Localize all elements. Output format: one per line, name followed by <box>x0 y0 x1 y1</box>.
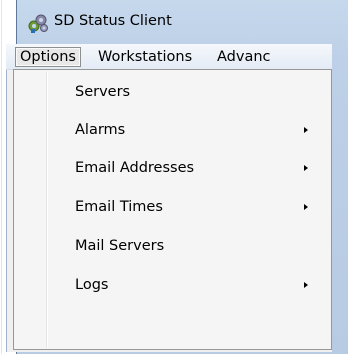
strip-edge <box>1 0 2 354</box>
menu-item-label: Mail Servers <box>75 238 165 254</box>
menu-item-mail-servers[interactable]: Mail Servers <box>16 227 329 265</box>
submenu-arrow-icon <box>304 282 308 288</box>
menu-item-label: Email Times <box>75 199 163 215</box>
menu-options[interactable]: Options <box>15 47 81 67</box>
menu-item-email-addresses[interactable]: Email Addresses <box>16 149 329 187</box>
menu-workstations[interactable]: Workstations <box>94 47 196 67</box>
menu-item-alarms[interactable]: Alarms <box>16 111 329 149</box>
menu-item-logs[interactable]: Logs <box>16 266 329 304</box>
window-title: SD Status Client <box>54 13 172 29</box>
submenu-arrow-icon <box>304 204 308 210</box>
menu-item-label: Email Addresses <box>75 160 195 176</box>
menu-item-email-times[interactable]: Email Times <box>16 188 329 226</box>
menu-bar: Options Workstations Advanc <box>6 44 332 70</box>
title-bar[interactable]: SD Status Client <box>17 0 348 44</box>
menu-item-label: Alarms <box>75 122 126 138</box>
menu-advanced[interactable]: Advanc <box>213 47 275 67</box>
options-dropdown: Servers Alarms Email Addresses Email Tim… <box>13 69 332 350</box>
submenu-arrow-icon <box>304 127 308 133</box>
submenu-arrow-icon <box>304 165 308 171</box>
menu-item-label: Servers <box>75 84 131 100</box>
menu-item-label: Logs <box>75 277 109 293</box>
gear-cluster-icon <box>28 14 48 33</box>
menu-item-servers[interactable]: Servers <box>16 73 329 111</box>
